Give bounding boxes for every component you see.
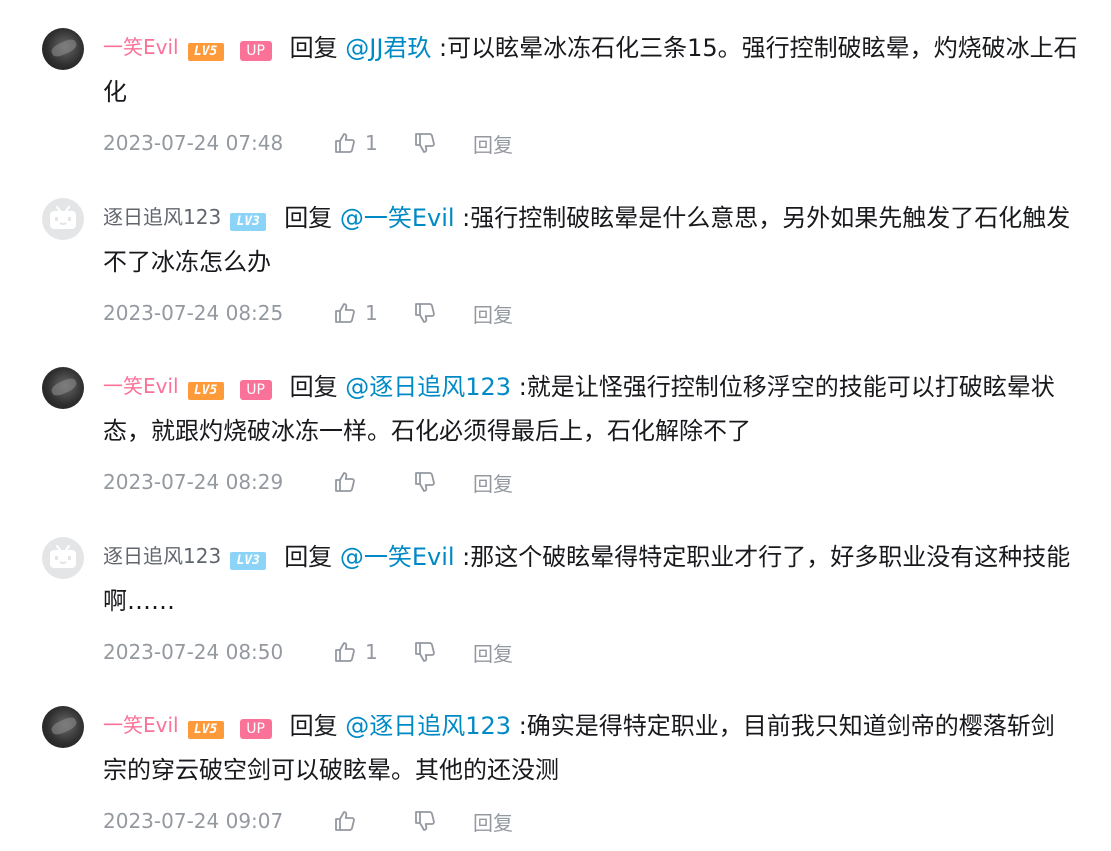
reply-text: 一笑Evil LV5 UP 回复 @JJ君玖 :可以眩晕冰冻石化三条15。强行控制破眩… [103, 25, 1078, 114]
reply-body: 逐日追风123 LV3 回复 @一笑Evil :强行控制破眩晕是什么意思，另外如果先… [103, 198, 1078, 284]
tv-mascot-icon [48, 544, 78, 572]
thumb-up-icon [333, 131, 365, 155]
timestamp: 2023-07-24 09:07 [103, 809, 284, 833]
reply-body: 一笑Evil LV5 UP 回复 @逐日追风123 :就是让怪强行控制位移浮空的技能可… [103, 367, 1078, 453]
reply-word: 回复 [289, 34, 338, 62]
level-badge: LV5 [187, 721, 224, 739]
avatar[interactable] [42, 198, 84, 240]
thumb-down-icon [413, 301, 437, 325]
level-badge: LV5 [187, 382, 224, 400]
like-count: 1 [365, 131, 378, 155]
thumb-up-icon [333, 809, 365, 833]
timestamp: 2023-07-24 08:25 [103, 301, 284, 325]
avatar[interactable] [42, 706, 84, 748]
up-badge: UP [239, 380, 272, 400]
reply-meta: 2023-07-24 08:25 1 回复 [103, 299, 513, 327]
level-badge: LV5 [187, 43, 224, 61]
username[interactable]: 逐日追风123 [103, 544, 221, 568]
like-count: 1 [365, 640, 378, 664]
dislike-button[interactable] [413, 640, 473, 664]
timestamp: 2023-07-24 07:48 [103, 131, 284, 155]
dislike-button[interactable] [413, 131, 473, 155]
reply-meta: 2023-07-24 07:48 1 回复 [103, 129, 513, 157]
like-button[interactable]: 1 [333, 640, 413, 664]
reply-button[interactable]: 回复 [473, 807, 513, 836]
like-button[interactable] [333, 470, 413, 494]
reply-word: 回复 [284, 204, 333, 232]
dislike-button[interactable] [413, 470, 473, 494]
reply-meta: 2023-07-24 08:29 回复 [103, 468, 513, 496]
reply-button[interactable]: 回复 [473, 299, 513, 328]
reply-word: 回复 [284, 543, 333, 571]
mention-link[interactable]: @JJ君玖 [345, 34, 431, 62]
reply-text: 一笑Evil LV5 UP 回复 @逐日追风123 :就是让怪强行控制位移浮空的技能可… [103, 364, 1078, 453]
reply-body: 一笑Evil LV5 UP 回复 @JJ君玖 :可以眩晕冰冻石化三条15。强行控制破眩… [103, 28, 1078, 114]
reply-meta: 2023-07-24 08:50 1 回复 [103, 638, 513, 666]
like-button[interactable]: 1 [333, 131, 413, 155]
username[interactable]: 一笑Evil [103, 713, 179, 737]
reply-body: 一笑Evil LV5 UP 回复 @逐日追风123 :确实是得特定职业，目前我只知道剑… [103, 706, 1078, 792]
reply-text: 逐日追风123 LV3 回复 @一笑Evil :强行控制破眩晕是什么意思，另外如果先… [103, 195, 1078, 284]
avatar[interactable] [42, 28, 84, 70]
dislike-button[interactable] [413, 301, 473, 325]
like-button[interactable]: 1 [333, 301, 413, 325]
thumb-down-icon [413, 809, 437, 833]
reply-button[interactable]: 回复 [473, 468, 513, 497]
thumb-up-icon [333, 301, 365, 325]
mention-link[interactable]: @逐日追风123 [345, 712, 511, 740]
thumb-down-icon [413, 131, 437, 155]
level-badge: LV3 [230, 552, 267, 570]
reply-word: 回复 [289, 373, 338, 401]
dislike-button[interactable] [413, 809, 473, 833]
avatar[interactable] [42, 537, 84, 579]
mention-link[interactable]: @一笑Evil [340, 543, 455, 571]
reply-body: 逐日追风123 LV3 回复 @一笑Evil :那这个破眩晕得特定职业才行了，好多职… [103, 537, 1078, 623]
like-count: 1 [365, 301, 378, 325]
username[interactable]: 一笑Evil [103, 374, 179, 398]
thumb-up-icon [333, 640, 365, 664]
mention-link[interactable]: @逐日追风123 [345, 373, 511, 401]
username[interactable]: 一笑Evil [103, 35, 179, 59]
up-badge: UP [239, 41, 272, 61]
mention-link[interactable]: @一笑Evil [340, 204, 455, 232]
username[interactable]: 逐日追风123 [103, 205, 221, 229]
reply-meta: 2023-07-24 09:07 回复 [103, 807, 513, 835]
reply-word: 回复 [289, 712, 338, 740]
like-button[interactable] [333, 809, 413, 833]
reply-button[interactable]: 回复 [473, 129, 513, 158]
thumb-down-icon [413, 640, 437, 664]
reply-text: 逐日追风123 LV3 回复 @一笑Evil :那这个破眩晕得特定职业才行了，好多职… [103, 534, 1078, 623]
timestamp: 2023-07-24 08:50 [103, 640, 284, 664]
up-badge: UP [239, 719, 272, 739]
thumb-down-icon [413, 470, 437, 494]
reply-text: 一笑Evil LV5 UP 回复 @逐日追风123 :确实是得特定职业，目前我只知道剑… [103, 703, 1078, 792]
thumb-up-icon [333, 470, 365, 494]
level-badge: LV3 [230, 213, 267, 231]
timestamp: 2023-07-24 08:29 [103, 470, 284, 494]
reply-button[interactable]: 回复 [473, 638, 513, 667]
avatar[interactable] [42, 367, 84, 409]
tv-mascot-icon [48, 205, 78, 233]
